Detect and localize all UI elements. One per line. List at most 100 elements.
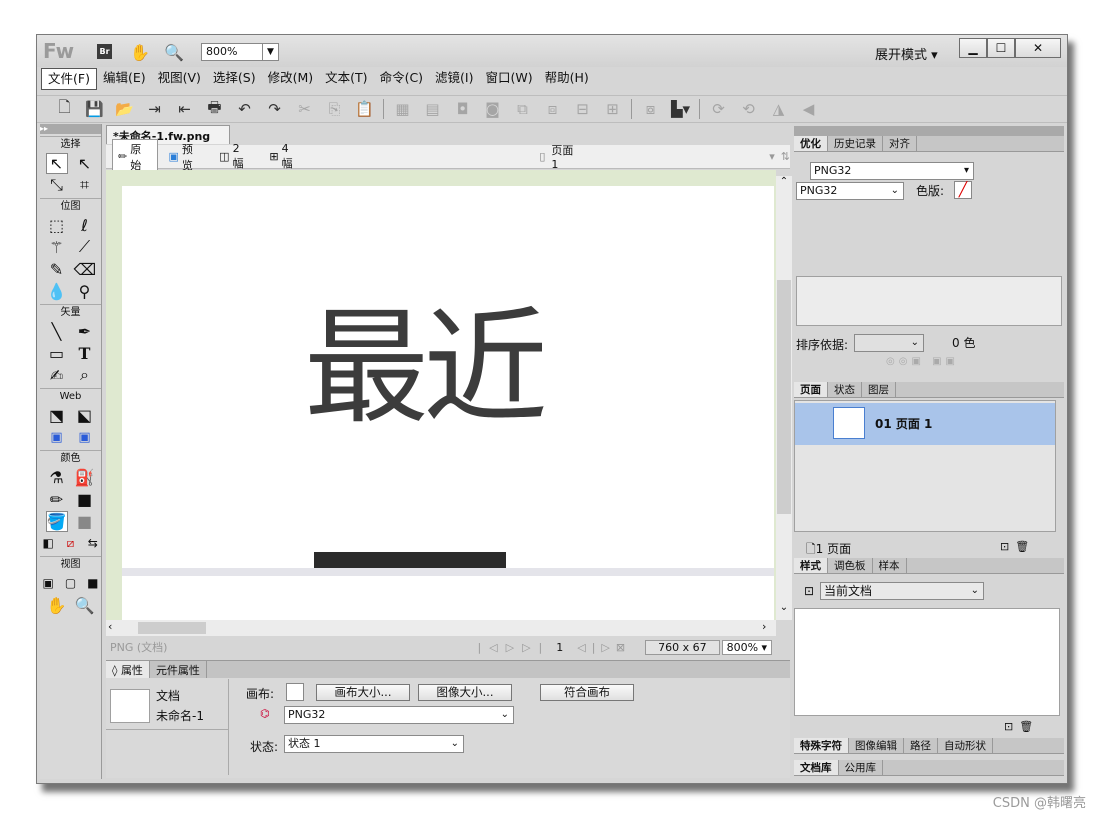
text-tool-icon[interactable]: T <box>74 344 96 363</box>
hand-icon[interactable]: ✋ <box>129 41 151 63</box>
menu-file[interactable]: 文件(F) <box>41 68 97 90</box>
tab-document-library[interactable]: 文档库 <box>794 760 839 775</box>
crop-tool-icon[interactable]: ⌗ <box>74 175 96 195</box>
tab-common-library[interactable]: 公用库 <box>839 760 883 775</box>
scroll-right-icon[interactable]: › <box>762 620 766 633</box>
zoom-icon[interactable]: 🔍 <box>163 41 185 63</box>
format-select[interactable]: PNG32 ⌄ <box>284 706 514 724</box>
styles-source-select[interactable]: 当前文档 ⌄ <box>820 582 984 600</box>
tab-optimize[interactable]: 优化 <box>794 136 828 151</box>
scroll-left-icon[interactable]: ‹ <box>108 620 112 633</box>
horizontal-scroll-thumb[interactable] <box>138 622 206 634</box>
ungroup-icon[interactable]: ▤ <box>421 98 444 120</box>
scroll-up-icon[interactable]: ⌃ <box>776 176 792 190</box>
tab-auto-shapes[interactable]: 自动形状 <box>938 738 993 753</box>
paste-icon[interactable]: 📋 <box>353 98 376 120</box>
page-actions[interactable]: ⊡🗑 <box>1000 540 1035 553</box>
workspace-mode[interactable]: 展开模式 ▾ <box>875 44 938 63</box>
blur-tool-icon[interactable]: 💧 <box>46 282 68 301</box>
tab-symbol-properties[interactable]: 元件属性 <box>150 661 207 678</box>
sort-select[interactable]: ⌄ <box>854 334 924 352</box>
export-format-select[interactable]: PNG32 ⌄ <box>796 182 904 200</box>
show-slices-icon[interactable]: ▣ <box>74 430 96 445</box>
bring-forward-icon[interactable]: ⧈ <box>541 98 564 120</box>
magnification-select[interactable]: 800% ▾ <box>721 639 773 655</box>
menu-commands[interactable]: 命令(C) <box>374 68 429 90</box>
pencil-tool-icon[interactable]: ✎ <box>46 260 68 279</box>
menu-view[interactable]: 视图(V) <box>152 68 207 90</box>
open-icon[interactable]: 📂 <box>113 98 136 120</box>
page-dropdown-icon[interactable]: ▾ <box>769 150 775 163</box>
save-icon[interactable]: 💾 <box>83 98 106 120</box>
menu-filters[interactable]: 滤镜(I) <box>429 68 479 90</box>
stamp-tool-icon[interactable]: ⚲ <box>74 282 96 301</box>
matte-color-swatch[interactable]: ╱ <box>954 181 972 199</box>
pointer-tool-icon[interactable]: ↖ <box>45 152 68 174</box>
canvas-size-button[interactable]: 画布大小... <box>316 684 410 701</box>
freeform-tool-icon[interactable]: ✍ <box>46 366 68 385</box>
cut-icon[interactable]: ✂ <box>293 98 316 120</box>
lasso-tool-icon[interactable]: ℓ <box>74 216 96 235</box>
tab-styles[interactable]: 样式 <box>794 558 828 573</box>
hotspot-tool-icon[interactable]: ⬔ <box>46 406 68 425</box>
align-icon[interactable]: ▙▾ <box>669 98 692 120</box>
flip-horizontal-icon[interactable]: ◮ <box>767 98 790 120</box>
tab-history[interactable]: 历史记录 <box>828 136 883 151</box>
tab-swatches[interactable]: 样本 <box>873 558 907 573</box>
menu-window[interactable]: 窗口(W) <box>480 68 539 90</box>
hand-tool-icon[interactable]: ✋ <box>46 596 68 615</box>
import-icon[interactable]: ⇥ <box>143 98 166 120</box>
hide-slices-icon[interactable]: ▣ <box>46 430 68 445</box>
menu-text[interactable]: 文本(T) <box>319 68 373 90</box>
slice-tool-icon[interactable]: ⬕ <box>74 406 96 425</box>
menu-select[interactable]: 选择(S) <box>207 68 262 90</box>
new-file-icon[interactable]: 🗋 <box>53 98 76 120</box>
optimize-preset-select[interactable]: PNG32 ▾ <box>810 162 974 180</box>
menu-edit[interactable]: 编辑(E) <box>97 68 152 90</box>
tab-align[interactable]: 对齐 <box>883 136 917 151</box>
tab-image-edit[interactable]: 图像编辑 <box>849 738 904 753</box>
page-selector[interactable]: 页面 1 <box>551 142 583 171</box>
tab-states[interactable]: 状态 <box>828 382 862 397</box>
full-screen-icon[interactable]: ■ <box>85 576 101 590</box>
join-icon[interactable]: ◘ <box>451 98 474 120</box>
line-tool-icon[interactable]: ╲ <box>46 322 68 341</box>
canvas-color-swatch[interactable] <box>286 683 304 701</box>
view-4up-button[interactable]: ⊞ 4 幅 <box>264 141 307 172</box>
scroll-down-icon[interactable]: ⌄ <box>776 602 792 616</box>
bring-front-icon[interactable]: ⧉ <box>511 98 534 120</box>
state-select[interactable]: 状态 1 ⌄ <box>284 735 464 753</box>
swap-colors-icon[interactable]: ⇆ <box>85 536 101 550</box>
paint-bucket-tool-icon[interactable]: ⛽ <box>74 468 96 487</box>
vertical-scrollbar[interactable]: ⌃ ⌄ <box>776 176 792 620</box>
magic-wand-tool-icon[interactable]: ⚚ <box>46 238 68 257</box>
scale-tool-icon[interactable]: ⤡ <box>46 175 68 195</box>
send-back-icon[interactable]: ⊞ <box>601 98 624 120</box>
stroke-color-icon[interactable]: ✏ <box>46 490 68 509</box>
eyedropper-tool-icon[interactable]: ⚗ <box>46 468 68 487</box>
bridge-button[interactable]: Br <box>97 44 112 59</box>
vertical-scroll-thumb[interactable] <box>777 280 791 514</box>
canvas[interactable]: 最近 <box>122 186 774 620</box>
maximize-button[interactable]: ☐ <box>987 38 1015 58</box>
eraser-tool-icon[interactable]: ⌫ <box>74 260 97 279</box>
rectangle-tool-icon[interactable]: ▭ <box>46 344 68 363</box>
full-screen-menu-icon[interactable]: ▢ <box>62 576 78 590</box>
horizontal-scrollbar[interactable]: ‹ › <box>106 620 776 636</box>
playback-controls[interactable]: |◁▷▷| <box>477 641 550 654</box>
flip-vertical-icon[interactable]: ◀ <box>797 98 820 120</box>
page-list-item[interactable]: 01 页面 1 <box>795 403 1055 445</box>
tab-special-chars[interactable]: 特殊字符 <box>794 738 849 753</box>
view-preview-button[interactable]: ▣ 预览 <box>164 140 209 174</box>
arrange-icon[interactable]: ⧇ <box>639 98 662 120</box>
tab-paths[interactable]: 路径 <box>904 738 938 753</box>
stroke-color-swatch[interactable]: ■ <box>74 490 96 509</box>
marquee-tool-icon[interactable]: ⬚ <box>46 216 68 235</box>
fill-color-icon[interactable]: 🪣 <box>45 510 68 532</box>
default-colors-icon[interactable]: ◧ <box>40 536 56 550</box>
tab-pages[interactable]: 页面 <box>794 382 828 397</box>
image-size-button[interactable]: 图像大小... <box>418 684 512 701</box>
subselect-tool-icon[interactable]: ↖ <box>74 154 96 173</box>
view-2up-button[interactable]: ◫ 2 幅 <box>214 141 258 172</box>
style-actions[interactable]: ⊡🗑 <box>1004 720 1039 733</box>
